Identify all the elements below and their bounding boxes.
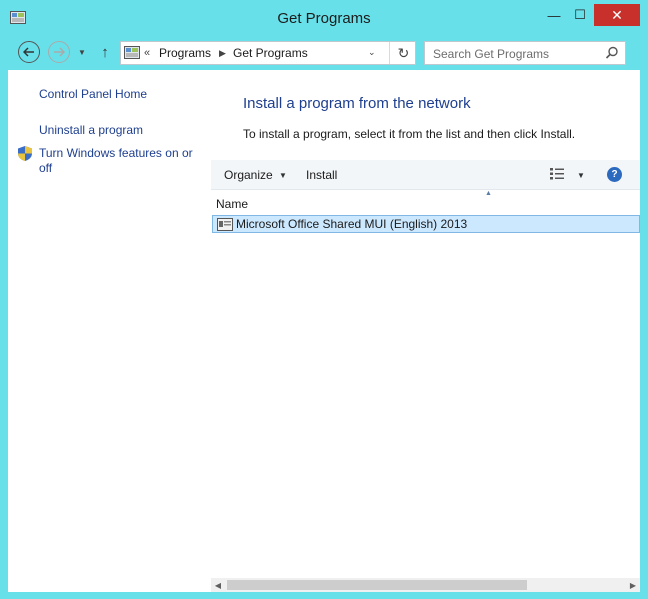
organize-button[interactable]: Organize	[224, 168, 273, 182]
scroll-left-icon[interactable]: ◀	[211, 578, 225, 592]
content-area: Control Panel Home Uninstall a program T…	[8, 70, 640, 592]
search-icon[interactable]	[605, 46, 619, 60]
windows-features-link[interactable]: Turn Windows features on or off	[39, 146, 199, 176]
horizontal-scrollbar[interactable]: ◀ ▶	[211, 578, 640, 592]
view-options-icon[interactable]	[549, 167, 565, 181]
address-bar[interactable]: « Programs ▶ Get Programs ⌄ ↻	[120, 41, 416, 65]
breadcrumb-get-programs[interactable]: Get Programs	[233, 46, 308, 60]
view-dropdown-icon[interactable]: ▼	[577, 171, 585, 180]
minimize-button[interactable]: —	[540, 4, 568, 26]
recent-locations-button[interactable]: ▼	[76, 46, 88, 58]
program-icon	[217, 218, 233, 231]
maximize-button[interactable]: ☐	[566, 4, 594, 26]
control-panel-home-link[interactable]: Control Panel Home	[39, 87, 147, 102]
column-header-name[interactable]: Name	[216, 197, 248, 211]
control-panel-icon	[124, 45, 140, 61]
program-name: Microsoft Office Shared MUI (English) 20…	[236, 217, 468, 231]
scroll-right-icon[interactable]: ▶	[626, 578, 640, 592]
organize-dropdown-icon[interactable]: ▼	[279, 171, 287, 180]
page-title: Install a program from the network	[243, 95, 471, 112]
forward-arrow-icon	[54, 47, 65, 57]
address-dropdown-icon[interactable]: ⌄	[368, 47, 376, 58]
uac-shield-icon	[17, 145, 33, 162]
sort-ascending-icon: ▲	[485, 190, 492, 197]
back-button[interactable]	[18, 41, 40, 63]
close-button[interactable]: ✕	[594, 4, 640, 26]
search-placeholder: Search Get Programs	[433, 47, 550, 61]
get-programs-window: Get Programs — ☐ ✕ ▼ ↑ « Programs ▶ Get …	[0, 0, 648, 599]
uninstall-program-link[interactable]: Uninstall a program	[39, 123, 143, 138]
back-arrow-icon	[23, 47, 34, 57]
breadcrumb-programs[interactable]: Programs	[159, 46, 211, 60]
help-icon[interactable]: ?	[607, 167, 622, 182]
install-button[interactable]: Install	[306, 168, 337, 182]
task-pane: Control Panel Home Uninstall a program T…	[8, 70, 204, 592]
breadcrumb-overflow-icon[interactable]: «	[144, 47, 150, 59]
page-description: To install a program, select it from the…	[243, 127, 576, 141]
title-bar: Get Programs — ☐ ✕	[0, 0, 648, 36]
refresh-button[interactable]: ↻	[389, 42, 417, 64]
search-input[interactable]: Search Get Programs	[424, 41, 626, 65]
list-header: ▲ Name	[211, 190, 640, 214]
list-item[interactable]: Microsoft Office Shared MUI (English) 20…	[212, 215, 640, 233]
up-button[interactable]: ↑	[98, 42, 112, 62]
scrollbar-thumb[interactable]	[227, 580, 527, 590]
navigation-bar: ▼ ↑ « Programs ▶ Get Programs ⌄ ↻ Search…	[8, 38, 640, 68]
command-bar: Organize ▼ Install ▼ ?	[211, 160, 640, 190]
forward-button[interactable]	[48, 41, 70, 63]
breadcrumb-separator-icon[interactable]: ▶	[219, 48, 226, 59]
